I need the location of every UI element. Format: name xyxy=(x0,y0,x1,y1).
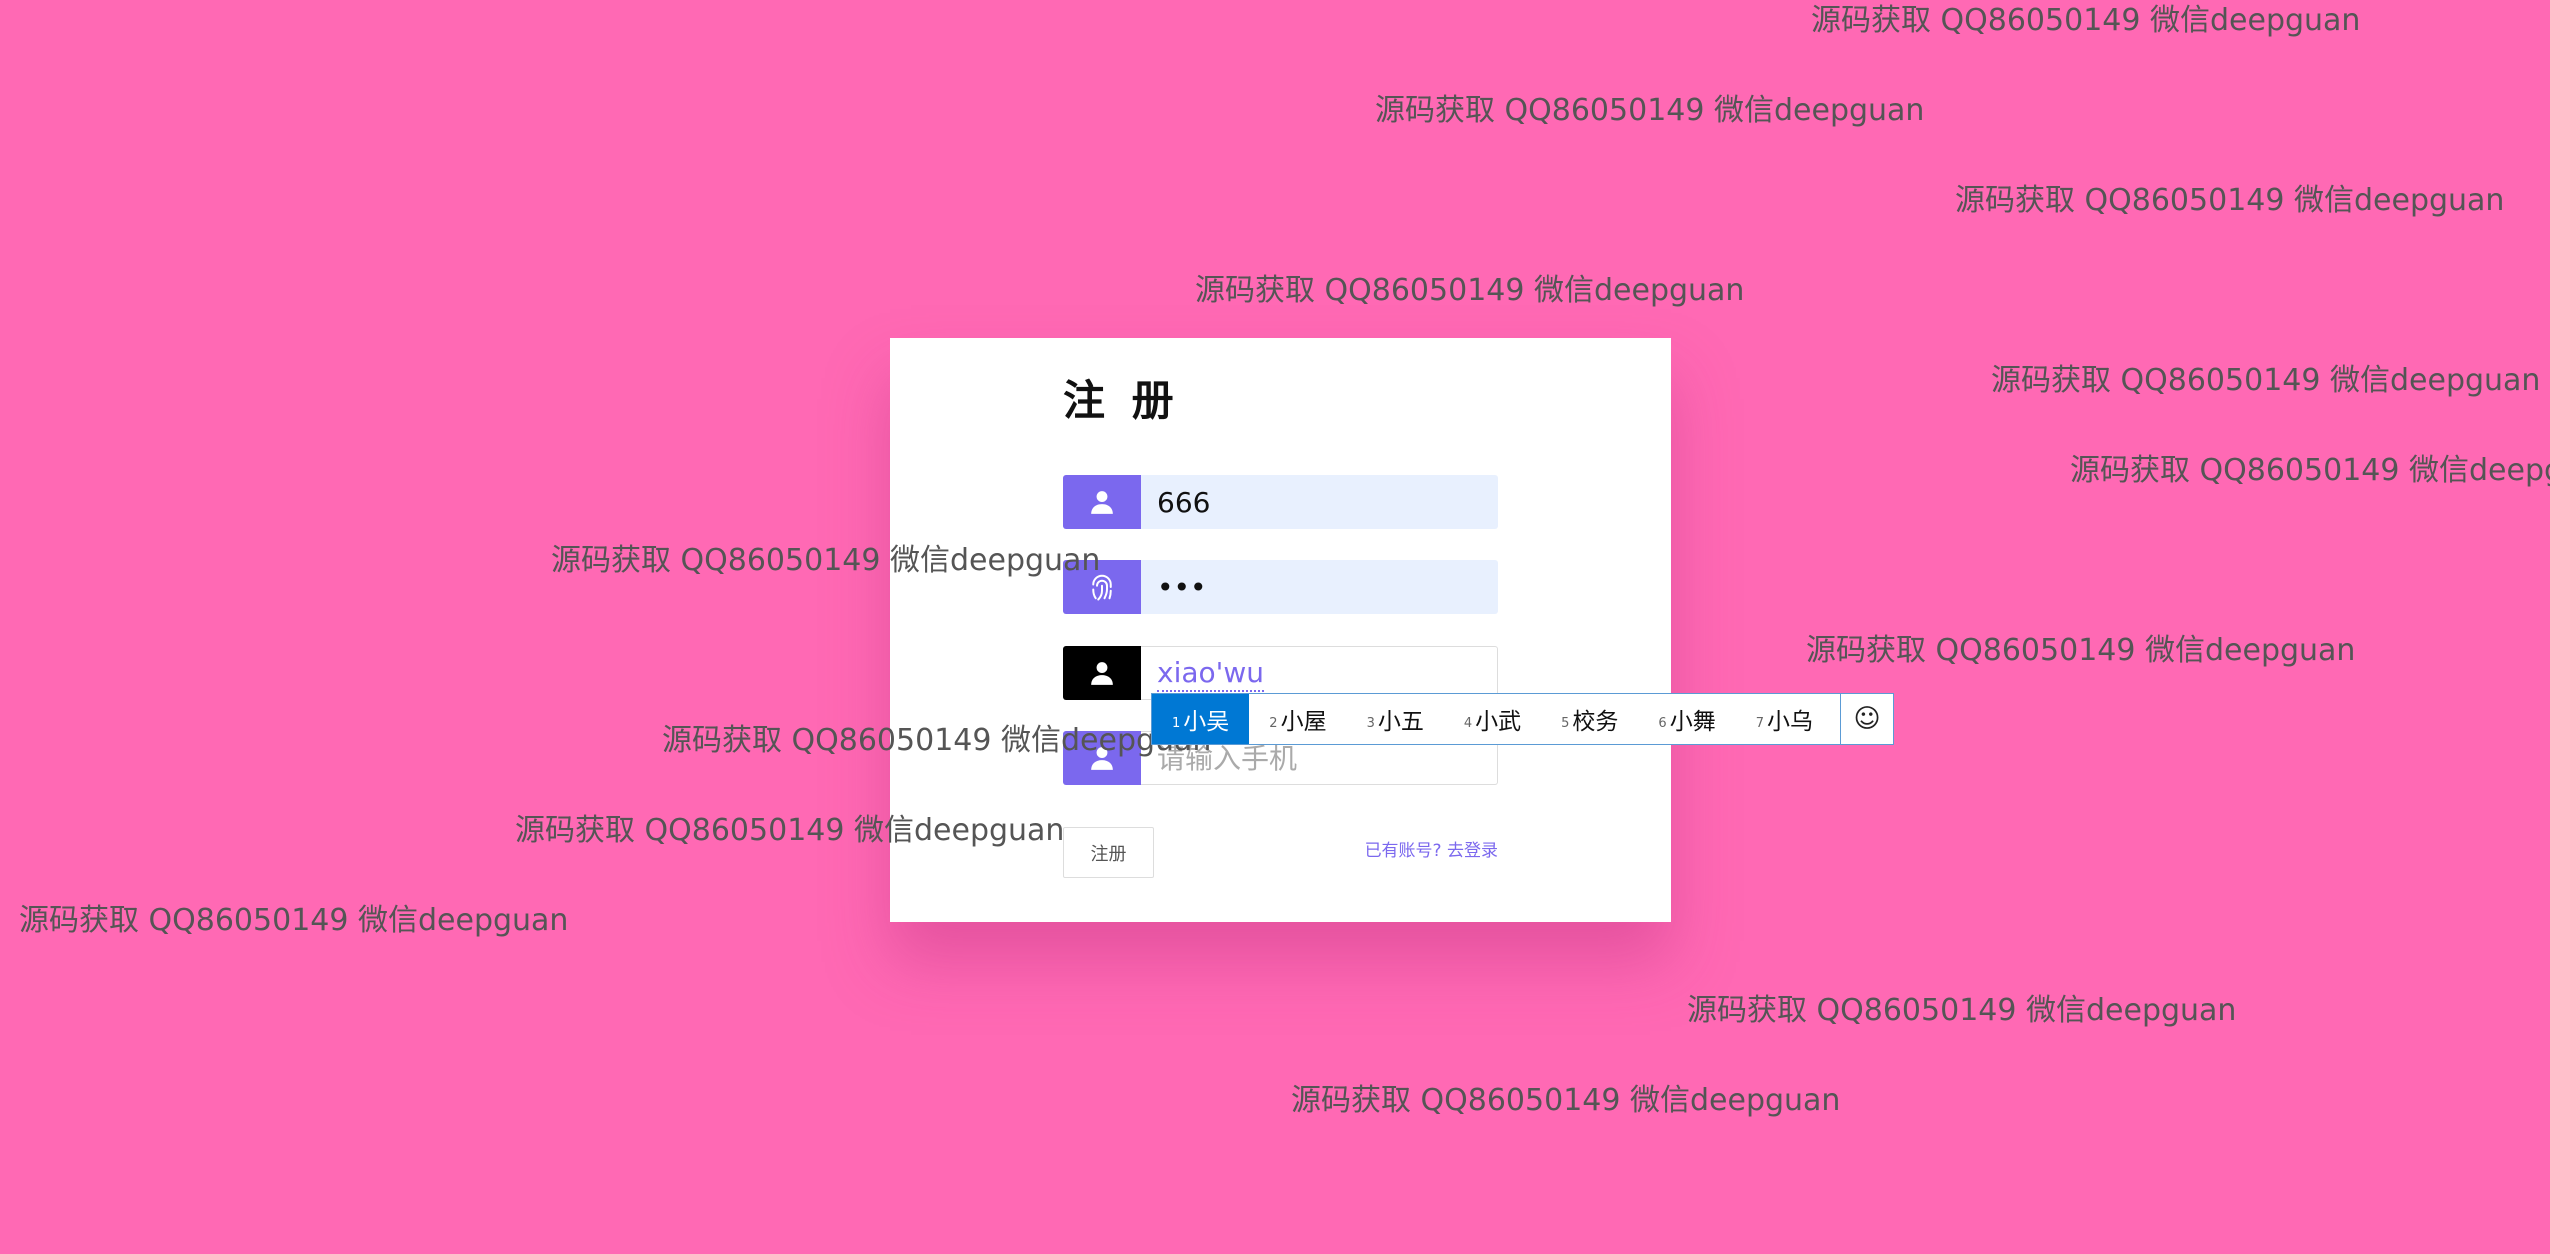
register-button[interactable]: 注册 xyxy=(1063,827,1154,878)
username-input[interactable] xyxy=(1141,475,1498,529)
ime-composition-text: xiao'wu xyxy=(1157,656,1264,692)
nickname-row: xiao'wu xyxy=(1063,646,1498,700)
login-prompt: 已有账号? xyxy=(1364,841,1442,861)
watermark: 源码获取 QQ86050149 微信deepguan xyxy=(1806,633,2356,668)
ime-candidate[interactable]: 5 校务 xyxy=(1541,694,1638,744)
ime-candidate[interactable]: 4 小武 xyxy=(1444,694,1541,744)
login-link-wrapper: 已有账号? 去登录 xyxy=(1365,843,1498,860)
watermark: 源码获取 QQ86050149 微信deepguan xyxy=(1811,3,2361,38)
fingerprint-icon xyxy=(1063,560,1141,614)
watermark: 源码获取 QQ86050149 微信deepguan xyxy=(1955,183,2505,218)
ime-candidate[interactable]: 2 小屋 xyxy=(1249,694,1346,744)
register-card: 注 册 xiao'wu 注册 已有账号? 去登录 xyxy=(890,338,1671,922)
watermark: 源码获取 QQ86050149 微信deepguan xyxy=(1375,93,1925,128)
page-title: 注 册 xyxy=(1063,376,1180,425)
ime-candidate[interactable]: 6 小舞 xyxy=(1638,694,1735,744)
password-input[interactable] xyxy=(1141,560,1498,614)
watermark: 源码获取 QQ86050149 微信deepguan xyxy=(1195,273,1745,308)
watermark: 源码获取 QQ86050149 微信deepguan xyxy=(1687,993,2237,1028)
user-icon xyxy=(1063,475,1141,529)
username-row xyxy=(1063,475,1498,529)
password-row xyxy=(1063,560,1498,614)
user-icon xyxy=(1063,731,1141,785)
watermark: 源码获取 QQ86050149 微信deepguan xyxy=(1291,1083,1841,1118)
ime-candidate[interactable]: 7 小乌 xyxy=(1736,694,1833,744)
ime-candidate[interactable]: 1 小吴 xyxy=(1152,694,1250,744)
user-icon xyxy=(1063,646,1141,700)
watermark: 源码获取 QQ86050149 微信deepguan xyxy=(2070,453,2550,488)
watermark: 源码获取 QQ86050149 微信deepguan xyxy=(19,903,569,938)
smiley-icon[interactable]: ☺ xyxy=(1840,694,1893,744)
login-link[interactable]: 去登录 xyxy=(1447,841,1498,861)
watermark: 源码获取 QQ86050149 微信deepguan xyxy=(1991,363,2541,398)
ime-candidate[interactable]: 3 小五 xyxy=(1347,694,1444,744)
ime-candidate-bar: 1 小吴 2 小屋 3 小五 4 小武 5 校务 6 小舞 7 小乌 ☺ xyxy=(1151,693,1894,745)
